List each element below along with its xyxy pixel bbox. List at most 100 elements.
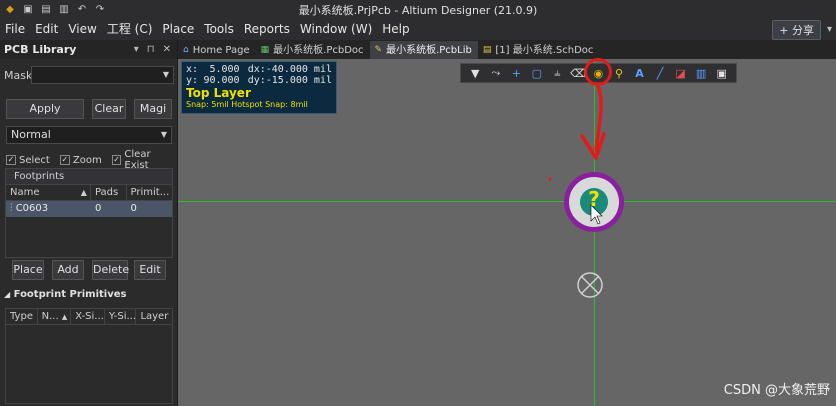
- menu-reports[interactable]: Reports: [239, 19, 295, 40]
- column-name-label: Name: [10, 187, 40, 198]
- tab-label: 最小系统板.PcbLib: [386, 44, 472, 56]
- save-all-icon[interactable]: ▤: [40, 4, 52, 16]
- hud-dx-label: dx:: [247, 64, 266, 75]
- menu-project[interactable]: 工程 (C): [102, 19, 158, 40]
- magnify-button[interactable]: Magi: [134, 99, 172, 119]
- footprints-header: Name ▲ Pads Primit...: [6, 185, 172, 201]
- route-icon[interactable]: ⤳: [488, 65, 504, 81]
- close-icon[interactable]: ✕: [163, 44, 171, 55]
- table-row[interactable]: ⫶ C0603 0 0: [6, 201, 172, 217]
- tab-pcbdoc[interactable]: ▦ 最小系统板.PcbDoc: [256, 41, 370, 59]
- panel-menu-icon[interactable]: ▾: [134, 44, 139, 55]
- mask-label: Mask: [4, 68, 33, 82]
- tab-pcblib[interactable]: ✎ 最小系统板.PcbLib: [369, 41, 478, 59]
- menu-window[interactable]: Window (W): [295, 19, 377, 40]
- app-logo-icon: ◆: [6, 4, 14, 15]
- footprints-title: Footprints: [6, 169, 172, 185]
- select-label: Select: [19, 154, 50, 166]
- clear-button[interactable]: Clear: [92, 99, 126, 119]
- region-icon[interactable]: ▣: [714, 65, 730, 81]
- redo-icon[interactable]: ↷: [94, 4, 106, 16]
- footprint-pads: 0: [94, 203, 102, 214]
- pin-icon[interactable]: ⊓: [147, 44, 155, 55]
- via-icon[interactable]: ⚲: [611, 65, 627, 81]
- primitives-group: Type N... ▲ X-Si... Y-Si... Layer: [5, 308, 173, 404]
- footprint-primitives: 0: [130, 203, 137, 214]
- undo-icon[interactable]: ↶: [76, 4, 88, 16]
- share-button[interactable]: + 分享: [772, 19, 821, 40]
- check-icon: ✓: [6, 155, 16, 165]
- hud-dx-value: -40.000 mil: [265, 64, 332, 75]
- hud-x-row: x: 5.000 dx: -40.000 mil: [186, 64, 332, 75]
- hud-y-label: y:: [186, 75, 199, 86]
- column-x-size[interactable]: X-Si...: [71, 309, 105, 324]
- filter-icon[interactable]: ▼: [467, 65, 483, 81]
- column-primitives[interactable]: Primit...: [127, 185, 172, 200]
- pcb-doc-icon: ▦: [260, 44, 270, 55]
- delete-button[interactable]: Delete: [92, 260, 129, 280]
- chevron-down-icon: ▼: [160, 130, 167, 139]
- column-layer[interactable]: Layer: [136, 309, 172, 324]
- select-rect-icon[interactable]: ▢: [529, 65, 545, 81]
- mode-select[interactable]: Normal ▼: [6, 126, 172, 144]
- pcb-lib-icon: ✎: [374, 44, 383, 55]
- share-icon: +: [779, 23, 789, 37]
- column-pads[interactable]: Pads: [91, 185, 127, 200]
- footprints-group: Footprints Name ▲ Pads Primit... ⫶ C0603…: [5, 168, 173, 258]
- edit-button[interactable]: Edit: [134, 260, 166, 280]
- share-label: 分享: [791, 23, 814, 37]
- menu-view[interactable]: View: [63, 19, 101, 40]
- hud-x-value: 5.000: [209, 64, 240, 75]
- chevron-down-icon[interactable]: ▾: [827, 24, 832, 35]
- column-n-label: N...: [41, 311, 59, 322]
- column-type[interactable]: Type: [6, 309, 38, 324]
- tab-schdoc[interactable]: ▤ [1] 最小系统.SchDoc: [478, 41, 600, 59]
- menu-help[interactable]: Help: [377, 19, 414, 40]
- footprint-icon: ⫶: [10, 203, 13, 214]
- hud-snap: Snap: 5mil Hotspot Snap: 8mil: [186, 100, 308, 109]
- coordinate-hud: x: 5.000 dx: -40.000 mil y: 90.000 dy: -…: [181, 61, 337, 114]
- place-button[interactable]: Place: [12, 260, 44, 280]
- tab-label: Home Page: [192, 44, 250, 56]
- collapse-icon: ◢: [4, 290, 11, 299]
- sch-doc-icon: ▤: [482, 44, 492, 55]
- zoom-label: Zoom: [72, 154, 102, 166]
- pad-label: ?: [588, 187, 600, 211]
- column-n[interactable]: N... ▲: [38, 309, 72, 324]
- column-y-size[interactable]: Y-Si...: [105, 309, 137, 324]
- panel-title: PCB Library: [4, 43, 77, 56]
- check-icon: ✓: [111, 155, 122, 165]
- rect-fill-icon[interactable]: ◪: [673, 65, 689, 81]
- line-icon[interactable]: ╱: [652, 65, 668, 81]
- menu-file[interactable]: File: [0, 19, 30, 40]
- open-icon[interactable]: ▥: [58, 4, 70, 16]
- primitives-title: Footprint Primitives: [13, 289, 127, 300]
- add-button[interactable]: Add: [52, 260, 84, 280]
- primitives-section-header[interactable]: ◢ Footprint Primitives: [4, 289, 126, 300]
- panel-controls: ▾ ⊓ ✕: [134, 44, 177, 55]
- title-bar: ◆ ▣ ▤ ▥ ↶ ↷ 最小系统板.PrjPcb - Altium Design…: [0, 0, 836, 19]
- home-icon: ⌂: [183, 44, 189, 55]
- menu-tools[interactable]: Tools: [199, 19, 239, 40]
- hud-y-value: 90.000: [203, 75, 240, 86]
- mask-input[interactable]: ▼: [31, 66, 174, 84]
- align-icon[interactable]: ⫨: [549, 65, 565, 81]
- sort-asc-icon: ▲: [61, 313, 68, 321]
- menu-place[interactable]: Place: [157, 19, 199, 40]
- origin-marker-icon: [577, 272, 603, 298]
- chart-icon[interactable]: ▥: [693, 65, 709, 81]
- hud-layer: Top Layer: [186, 86, 251, 100]
- mode-value: Normal: [11, 128, 51, 141]
- mask-row: Mask ▼: [4, 66, 174, 84]
- panel-header: PCB Library ▾ ⊓ ✕: [0, 40, 177, 59]
- cross-icon[interactable]: +: [508, 65, 524, 81]
- red-dot-marker: [548, 177, 552, 181]
- save-icon[interactable]: ▣: [22, 4, 34, 16]
- column-name[interactable]: Name ▲: [6, 185, 91, 200]
- menu-edit[interactable]: Edit: [30, 19, 63, 40]
- check-icon: ✓: [59, 155, 70, 165]
- chevron-down-icon: ▼: [162, 70, 169, 79]
- text-icon[interactable]: A: [632, 65, 648, 81]
- tab-home-page[interactable]: ⌂ Home Page: [178, 41, 256, 59]
- apply-button[interactable]: Apply: [6, 99, 84, 119]
